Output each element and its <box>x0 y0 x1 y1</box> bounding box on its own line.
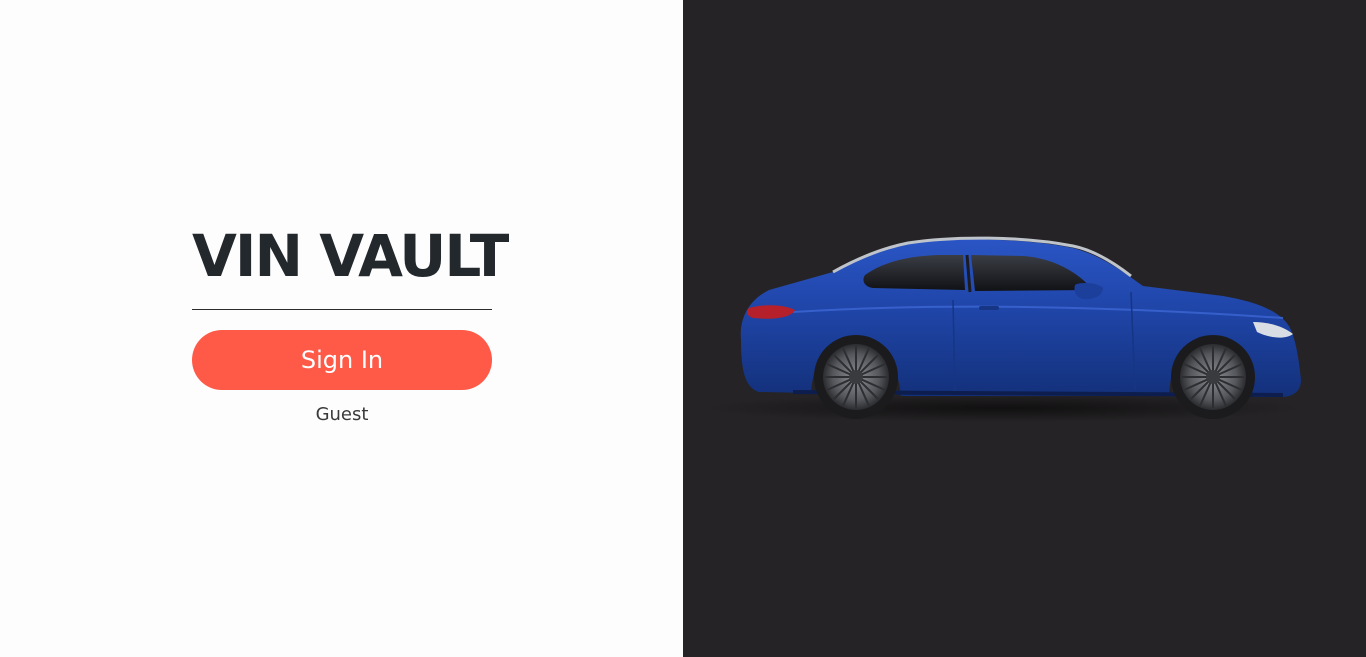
car-image <box>703 236 1303 422</box>
guest-link[interactable]: Guest <box>192 402 492 428</box>
app-title: VIN VAULT <box>192 222 509 290</box>
sign-in-button[interactable]: Sign In <box>192 330 492 390</box>
hero-panel <box>683 0 1366 657</box>
brand: VIN VAULT <box>192 222 509 290</box>
login-panel: VIN VAULT Sign In Guest <box>0 0 683 657</box>
title-divider <box>192 309 492 310</box>
login-page: VIN VAULT Sign In Guest <box>0 0 1366 657</box>
